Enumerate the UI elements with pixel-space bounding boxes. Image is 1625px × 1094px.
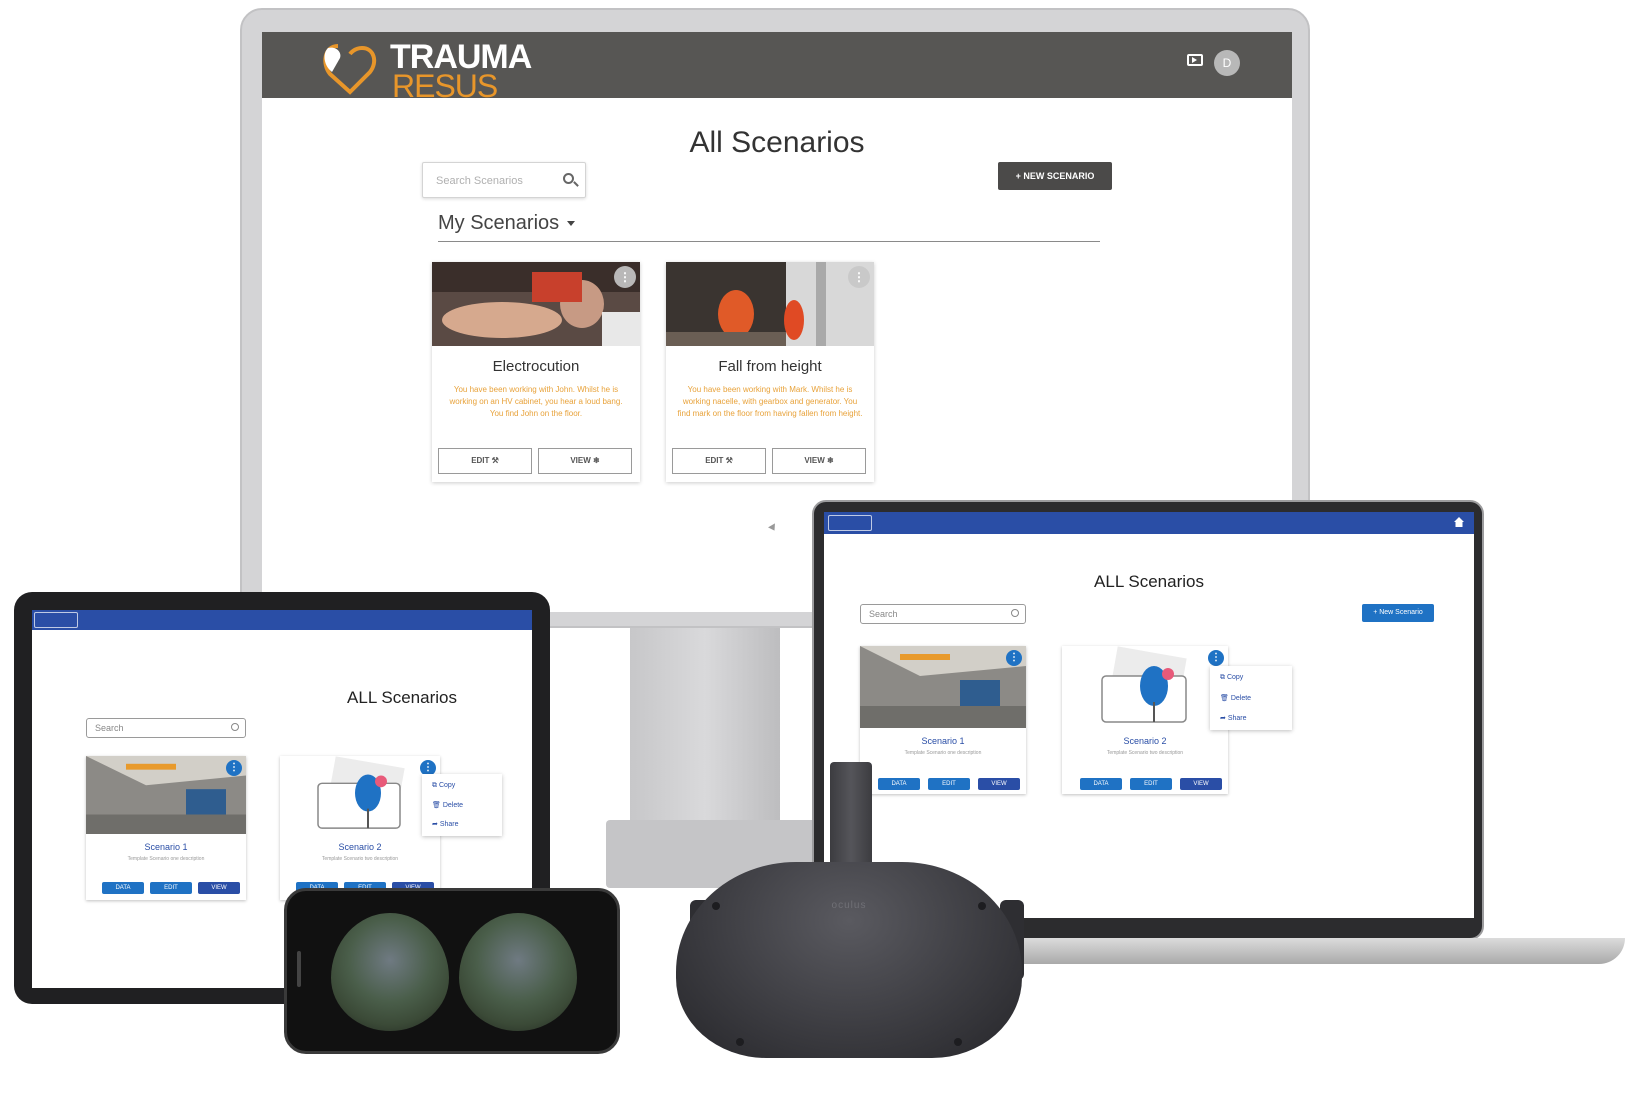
new-scenario-button[interactable]: + NEW SCENARIO — [998, 162, 1112, 190]
card-title: Scenario 2 — [338, 842, 382, 852]
card-context-menu: ⧉ Copy 🗑 Delete ➦ Share — [1210, 666, 1292, 730]
smartphone-vr-view — [284, 888, 620, 1054]
monitor-stand — [630, 628, 780, 828]
headset-brand-label: oculus — [831, 900, 867, 911]
page-title: ALL Scenarios — [1094, 572, 1204, 591]
headset-sensor — [954, 1038, 962, 1046]
scenario-thumbnail — [86, 756, 246, 834]
edit-button[interactable]: EDIT ⚒ — [438, 448, 532, 474]
scenario-card: ⋮ Scenario 2 Template Scenario two descr… — [280, 756, 440, 900]
menu-item-copy[interactable]: ⧉ Copy — [1220, 674, 1243, 682]
more-options-icon[interactable]: ⋮ — [226, 760, 242, 776]
mouse-cursor-icon — [768, 523, 778, 533]
scenario-card: ⋮ Electrocution You have been working wi… — [432, 262, 640, 482]
scenario-thumbnail — [666, 262, 874, 346]
scenario-thumbnail — [432, 262, 640, 346]
nhs-logo-icon — [34, 612, 78, 628]
search-placeholder: Search — [95, 723, 124, 733]
data-button[interactable]: DATA — [878, 778, 920, 790]
more-options-icon[interactable]: ⋮ — [1208, 650, 1224, 666]
card-title: Scenario 2 — [1123, 736, 1167, 746]
headset-sensor — [736, 1038, 744, 1046]
search-placeholder: Search Scenarios — [436, 175, 523, 187]
more-options-icon[interactable]: ⋮ — [848, 266, 870, 288]
present-icon[interactable] — [1187, 54, 1203, 66]
edit-button[interactable]: EDIT — [1130, 778, 1172, 790]
app-header — [32, 610, 532, 630]
card-description: You have been working with Mark. Whilst … — [677, 385, 863, 418]
card-description: Template Scenario two description — [321, 856, 399, 862]
user-avatar[interactable]: D — [1214, 50, 1240, 76]
card-description: Template Scenario one description — [127, 856, 205, 862]
headset-sensor — [978, 902, 986, 910]
scenario-placeholder-image — [280, 756, 440, 834]
heart-logo-icon — [323, 44, 377, 95]
scenario-thumbnail — [860, 646, 1026, 728]
view-button[interactable]: VIEW ❄ — [772, 448, 866, 474]
app-header — [824, 512, 1474, 534]
new-scenario-button[interactable]: + New Scenario — [1362, 604, 1434, 622]
app-header: TRAUMA RESUS D — [262, 32, 1292, 104]
home-icon[interactable] — [1454, 517, 1464, 527]
phone-notch — [297, 951, 301, 987]
search-icon[interactable] — [1011, 609, 1019, 617]
logo-text-resus: RESUS — [392, 68, 498, 104]
menu-item-delete[interactable]: 🗑 Delete — [432, 801, 463, 809]
nhs-logo-icon — [828, 515, 872, 531]
view-button[interactable]: VIEW — [978, 778, 1020, 790]
delete-label: Delete — [442, 802, 464, 809]
scenario-card: ⋮ Scenario 1 Template Scenario one descr… — [860, 646, 1026, 794]
laptop-screen: ALL Scenarios Search + New Scenario ⋮ Sc… — [824, 512, 1474, 918]
scenario-card: ⋮ Scenario 2 Template Scenario two descr… — [1062, 646, 1228, 794]
search-input[interactable]: Search — [86, 718, 246, 738]
share-label: Share — [439, 821, 459, 828]
edit-button[interactable]: EDIT ⚒ — [672, 448, 766, 474]
view-button[interactable]: VIEW — [198, 882, 240, 894]
copy-label: Copy — [1226, 674, 1244, 681]
page-title: ALL Scenarios — [347, 688, 457, 707]
vr-headset: oculus — [676, 862, 1022, 1058]
menu-item-share[interactable]: ➦ Share — [432, 820, 459, 828]
headset-top-strap — [830, 762, 872, 872]
caret-down-icon — [567, 221, 576, 227]
search-input[interactable]: Search — [860, 604, 1026, 624]
menu-item-delete[interactable]: 🗑 Delete — [1220, 694, 1251, 702]
edit-button[interactable]: EDIT — [928, 778, 970, 790]
data-button[interactable]: DATA — [102, 882, 144, 894]
search-icon[interactable] — [563, 173, 574, 184]
more-options-icon[interactable]: ⋮ — [1006, 650, 1022, 666]
page-title: All Scenarios — [689, 126, 865, 159]
search-input[interactable]: Search Scenarios — [422, 162, 586, 198]
card-description: You have been working with John. Whilst … — [449, 385, 623, 418]
more-options-icon[interactable]: ⋮ — [614, 266, 636, 288]
card-title: Scenario 1 — [921, 736, 965, 746]
search-icon[interactable] — [231, 723, 239, 731]
vr-right-eye-view — [459, 913, 577, 1031]
card-title: Scenario 1 — [144, 842, 188, 852]
card-context-menu: ⧉ Copy 🗑 Delete ➦ Share — [422, 774, 502, 836]
vr-left-eye-view — [331, 913, 449, 1031]
headset-sensor — [712, 902, 720, 910]
menu-item-share[interactable]: ➦ Share — [1220, 714, 1247, 722]
edit-button[interactable]: EDIT — [150, 882, 192, 894]
data-button[interactable]: DATA — [1080, 778, 1122, 790]
scenario-placeholder-image — [1062, 646, 1228, 728]
card-title: Electrocution — [492, 358, 580, 375]
search-placeholder: Search — [869, 609, 898, 619]
scenario-card: ⋮ Scenario 1 Template Scenario one descr… — [86, 756, 246, 900]
card-title: Fall from height — [718, 358, 822, 375]
scenario-card: ⋮ Fall from height You have been working… — [666, 262, 874, 482]
share-label: Share — [1227, 715, 1247, 722]
scenario-filter-dropdown[interactable]: My Scenarios — [438, 212, 1100, 242]
menu-item-copy[interactable]: ⧉ Copy — [432, 782, 455, 790]
delete-label: Delete — [1230, 695, 1252, 702]
view-button[interactable]: VIEW ❄ — [538, 448, 632, 474]
card-description: Template Scenario one description — [904, 750, 982, 756]
view-button[interactable]: VIEW — [1180, 778, 1222, 790]
copy-label: Copy — [438, 782, 456, 789]
card-description: Template Scenario two description — [1106, 750, 1184, 756]
dropdown-label: My Scenarios — [438, 212, 560, 234]
